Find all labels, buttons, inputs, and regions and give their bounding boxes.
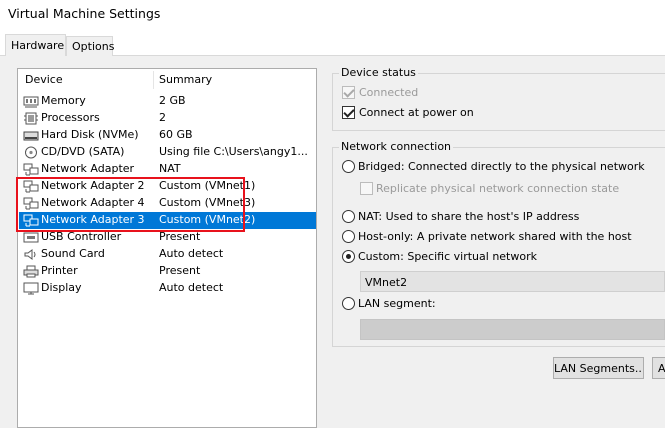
network-adapter-icon — [23, 163, 39, 176]
connected-label: Connected — [359, 86, 419, 99]
device-summary: 2 — [159, 111, 166, 124]
nat-label: NAT: Used to share the host's IP address — [358, 210, 580, 223]
device-row-cd-dvd[interactable]: CD/DVD (SATA) Using file C:\Users\angy1.… — [19, 144, 316, 161]
nat-radio[interactable] — [342, 210, 355, 223]
device-name: Memory — [41, 94, 86, 107]
device-row-display[interactable]: Display Auto detect — [19, 280, 316, 297]
custom-network-value: VMnet2 — [365, 276, 408, 289]
device-summary: Auto detect — [159, 281, 224, 294]
column-separator[interactable] — [153, 71, 154, 89]
connect-at-power-on-checkbox[interactable] — [342, 106, 355, 119]
lan-segment-select[interactable] — [360, 319, 665, 340]
group-title: Device status — [339, 66, 418, 79]
connected-checkbox[interactable] — [342, 86, 355, 99]
device-summary: Present — [159, 264, 201, 277]
device-row-processors[interactable]: Processors 2 — [19, 110, 316, 127]
usb-controller-icon — [23, 232, 39, 243]
device-status-group: Device status — [332, 66, 665, 131]
bridged-radio[interactable] — [342, 160, 355, 173]
advanced-button[interactable]: A — [652, 357, 665, 379]
highlight-box — [16, 177, 245, 232]
device-summary: 2 GB — [159, 94, 186, 107]
device-row-hard-disk[interactable]: Hard Disk (NVMe) 60 GB — [19, 127, 316, 144]
column-header-summary[interactable]: Summary — [159, 73, 212, 86]
processor-icon — [24, 112, 38, 125]
lan-segments-button[interactable]: LAN Segments... — [553, 357, 644, 379]
device-summary: 60 GB — [159, 128, 193, 141]
device-name: Sound Card — [41, 247, 105, 260]
sound-card-icon — [24, 249, 36, 260]
device-row-printer[interactable]: Printer Present — [19, 263, 316, 280]
device-list[interactable]: Device Summary Memory 2 GB Processors 2 … — [17, 68, 317, 428]
device-summary: NAT — [159, 162, 181, 175]
device-name: Display — [41, 281, 82, 294]
tab-hardware[interactable]: Hardware — [5, 34, 66, 56]
host-only-label: Host-only: A private network shared with… — [358, 230, 632, 243]
custom-radio[interactable] — [342, 250, 355, 263]
bridged-label: Bridged: Connected directly to the physi… — [358, 160, 645, 173]
replicate-state-label: Replicate physical network connection st… — [376, 182, 620, 195]
memory-icon — [23, 96, 39, 108]
device-summary: Using file C:\Users\angy1... — [159, 145, 308, 158]
lan-segment-label: LAN segment: — [358, 297, 436, 310]
host-only-radio[interactable] — [342, 230, 355, 243]
device-row-sound-card[interactable]: Sound Card Auto detect — [19, 246, 316, 263]
display-icon — [23, 282, 39, 295]
window-title: Virtual Machine Settings — [8, 6, 161, 21]
hard-disk-icon — [23, 131, 39, 141]
device-row-network-adapter[interactable]: Network Adapter NAT — [19, 161, 316, 178]
custom-label: Custom: Specific virtual network — [358, 250, 537, 263]
column-header-device[interactable]: Device — [25, 73, 63, 86]
tab-options[interactable]: Options — [66, 36, 114, 56]
device-summary: Auto detect — [159, 247, 224, 260]
printer-icon — [23, 265, 39, 278]
lan-segment-radio[interactable] — [342, 297, 355, 310]
title-bar: Virtual Machine Settings — [0, 0, 665, 30]
device-list-header: Device Summary — [18, 69, 316, 91]
custom-network-select[interactable]: VMnet2 — [360, 271, 665, 292]
device-row-memory[interactable]: Memory 2 GB — [19, 93, 316, 110]
cd-dvd-icon — [25, 146, 37, 159]
device-name: CD/DVD (SATA) — [41, 145, 125, 158]
device-name: Printer — [41, 264, 78, 277]
device-name: Hard Disk (NVMe) — [41, 128, 139, 141]
device-name: Processors — [41, 111, 100, 124]
group-title: Network connection — [339, 140, 454, 153]
connect-at-power-on-label: Connect at power on — [359, 106, 474, 119]
replicate-state-checkbox[interactable] — [360, 182, 373, 195]
network-connection-group: Network connection — [332, 140, 665, 347]
device-name: Network Adapter — [41, 162, 135, 175]
